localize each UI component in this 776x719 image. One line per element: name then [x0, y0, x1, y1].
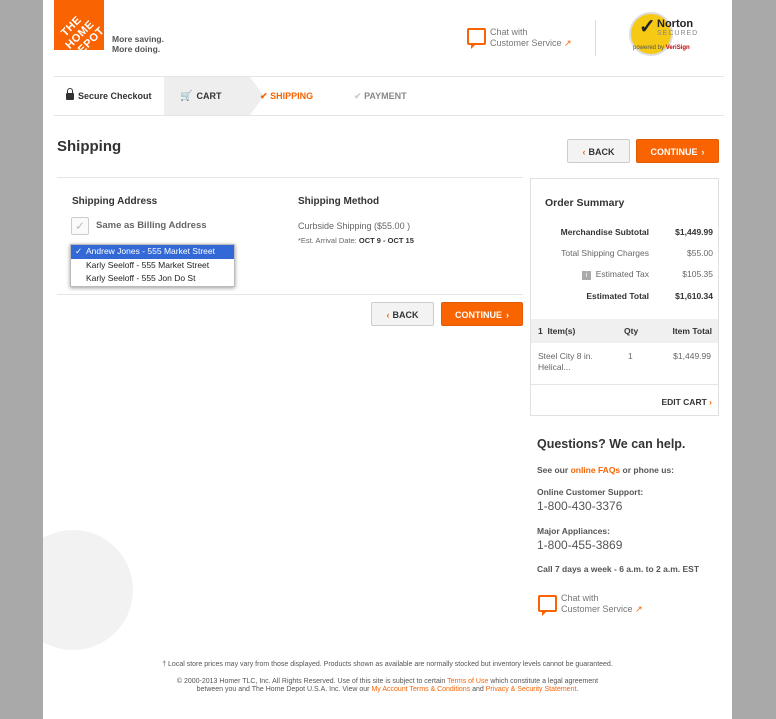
continue-button-top[interactable]: CONTINUE ›	[636, 139, 719, 163]
chevron-left-icon: ‹	[582, 147, 586, 157]
item-total: $1,449.99	[673, 351, 711, 361]
appliances-phone: 1-800-455-3869	[537, 538, 623, 552]
checkmark-icon: ✓	[639, 16, 656, 38]
content-rule	[57, 177, 523, 178]
cart-icon: 🛒	[180, 91, 193, 102]
order-summary-title: Order Summary	[545, 197, 625, 209]
steps-rule	[54, 115, 724, 116]
step-secure-checkout: Secure Checkout	[54, 77, 176, 115]
support-hours: Call 7 days a week - 6 a.m. to 2 a.m. ES…	[537, 564, 700, 574]
chat-link-help[interactable]: Chat with Customer Service ↗	[538, 592, 643, 616]
shipping-option[interactable]: Curbside Shipping ($55.00 )	[298, 221, 410, 231]
lock-icon	[66, 88, 74, 100]
checkout-page: THE HOME DEPOT More saving. More doing. …	[43, 0, 732, 719]
back-button-top[interactable]: ‹ BACK	[567, 139, 630, 163]
item-name[interactable]: Steel City 8 in. Helical...	[538, 351, 593, 373]
help-heading: Questions? We can help.	[537, 437, 686, 451]
step-cart[interactable]: 🛒 CART	[164, 77, 264, 115]
edit-cart-link[interactable]: EDIT CART ›	[661, 397, 712, 407]
online-support-phone: 1-800-430-3376	[537, 499, 623, 513]
chat-bubble-icon	[467, 28, 486, 49]
shipping-method-heading: Shipping Method	[298, 196, 380, 207]
content-rule-bottom	[57, 294, 523, 295]
header-divider	[595, 20, 596, 56]
shipping-address-heading: Shipping Address	[72, 196, 158, 207]
item-qty: 1	[628, 351, 633, 361]
chat-link-header[interactable]: Chat with Customer Service ↗	[467, 26, 572, 49]
address-dropdown-list[interactable]: ✓ Andrew Jones - 555 Market Street Karly …	[70, 244, 235, 287]
checkmark-icon: ✔	[354, 91, 362, 101]
tagline: More saving. More doing.	[112, 34, 164, 54]
back-button-bottom[interactable]: ‹ BACK	[371, 302, 434, 326]
external-arrow-icon: ↗	[635, 604, 643, 614]
address-option[interactable]: Karly Seeloff - 555 Market Street	[71, 259, 234, 273]
info-icon[interactable]: i	[581, 271, 591, 280]
address-option[interactable]: ✓ Andrew Jones - 555 Market Street	[71, 245, 234, 259]
chat-bubble-icon	[538, 595, 557, 616]
continue-button-bottom[interactable]: CONTINUE ›	[441, 302, 523, 326]
online-support-label: Online Customer Support:	[537, 487, 644, 497]
terms-link[interactable]: Terms of Use	[447, 678, 488, 685]
same-as-billing-checkbox[interactable]: ✓	[71, 217, 89, 235]
my-account-terms-link[interactable]: My Account Terms & Conditions	[371, 686, 470, 693]
checkout-steps: Secure Checkout 🛒 CART ✔ SHIPPING ✔ PAYME…	[54, 77, 719, 115]
home-depot-logo[interactable]: THE HOME DEPOT	[54, 0, 107, 62]
chevron-left-icon: ‹	[386, 310, 390, 320]
footer-disclaimer: † Local store prices may vary from those…	[162, 661, 613, 668]
faq-link[interactable]: online FAQs	[571, 465, 621, 475]
external-arrow-icon: ↗	[564, 38, 572, 48]
step-shipping: ✔ SHIPPING	[260, 91, 314, 101]
privacy-link[interactable]: Privacy & Security Statement	[486, 686, 577, 693]
checkmark-icon: ✔	[260, 91, 268, 101]
watermark-logo	[43, 530, 133, 650]
order-summary: Order Summary Merchandise Subtotal $1,449…	[530, 178, 719, 416]
chevron-right-icon: ›	[701, 147, 705, 157]
same-as-billing-label: Same as Billing Address	[96, 220, 207, 231]
arrival-date: *Est. Arrival Date: OCT 9 - OCT 15	[298, 236, 414, 245]
items-rule	[531, 384, 718, 385]
faq-line: See our online FAQs or phone us:	[537, 465, 675, 475]
chevron-right-icon: ›	[709, 397, 712, 407]
footer-links: between you and The Home Depot U.S.A. In…	[196, 686, 579, 693]
norton-secured-badge[interactable]: ✓ Norton SECURED powered by VeriSign	[629, 8, 703, 56]
appliances-label: Major Appliances:	[537, 526, 610, 536]
page-title: Shipping	[57, 138, 122, 155]
address-option[interactable]: Karly Seeloff - 555 Jon Do St	[71, 272, 234, 286]
items-header: 1 Item(s) Qty Item Total	[531, 319, 718, 343]
step-payment: ✔ PAYMENT	[354, 91, 407, 101]
chevron-right-icon: ›	[506, 310, 509, 320]
